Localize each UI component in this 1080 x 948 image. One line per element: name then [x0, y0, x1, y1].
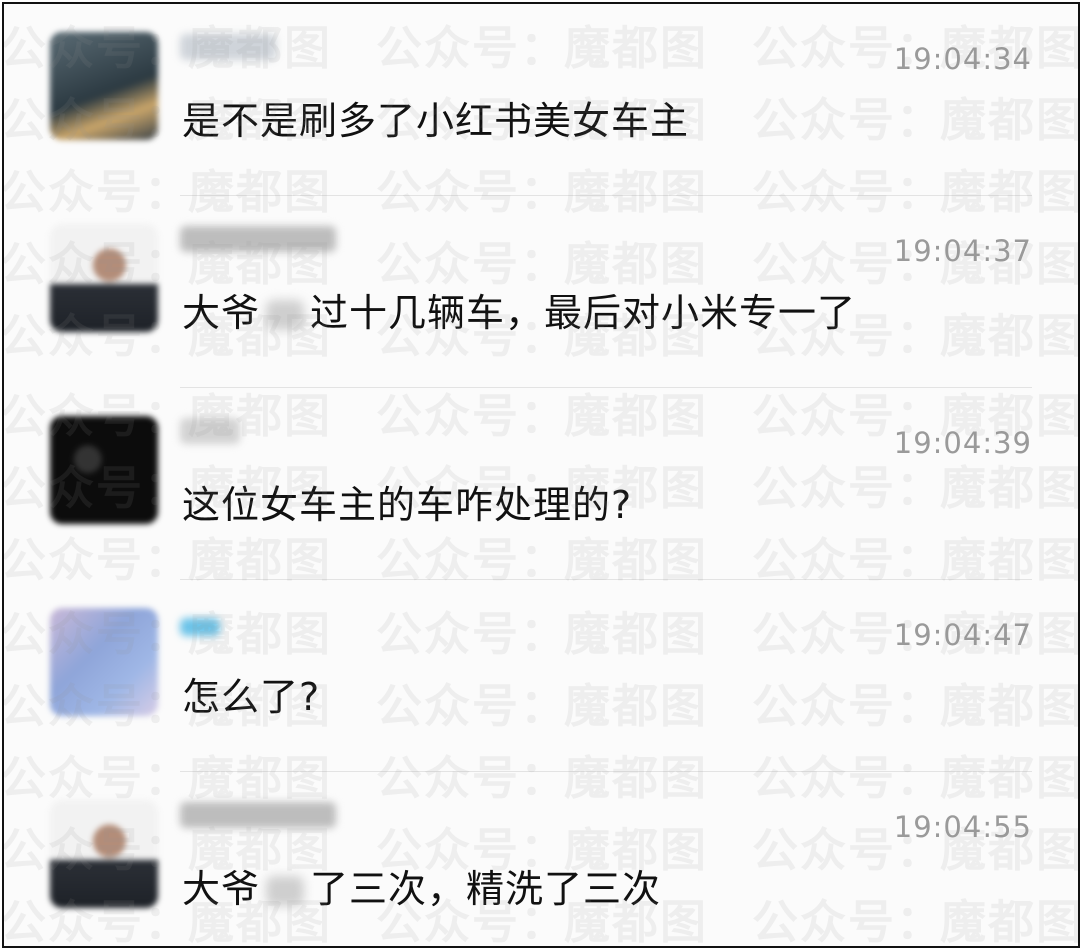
avatar[interactable]: [50, 224, 158, 332]
message-time: 19:04:47: [893, 618, 1032, 652]
chat-message: 19:04:34 是不是刷多了小红书美女车主: [4, 4, 1078, 196]
sender-name-blurred: [180, 34, 276, 60]
message-text-part: 大爷: [182, 291, 261, 335]
chat-message: 19:04:55 大爷 了三次，精洗了三次: [4, 772, 1078, 946]
avatar[interactable]: [50, 32, 158, 140]
message-text: 怎么了?: [182, 675, 321, 719]
message-text: 大爷 了三次，精洗了三次: [182, 858, 661, 913]
message-text: 大爷 过十几辆车，最后对小米专一了: [182, 282, 856, 337]
sender-name-blurred: [180, 618, 220, 636]
sender-name-blurred: [180, 226, 336, 252]
message-time: 19:04:37: [893, 234, 1032, 268]
message-time: 19:04:55: [893, 810, 1032, 844]
sender-name-blurred: [180, 802, 336, 828]
sender-name-blurred: [180, 418, 240, 444]
message-text: 这位女车主的车咋处理的?: [182, 483, 633, 527]
avatar[interactable]: [50, 608, 158, 716]
chat-message: 19:04:39 这位女车主的车咋处理的?: [4, 388, 1078, 580]
avatar[interactable]: [50, 800, 158, 908]
chat-screenshot: 19:04:34 是不是刷多了小红书美女车主 19:04:37 大爷 过十几辆车，…: [2, 2, 1080, 948]
message-text-part: 过十几辆车，最后对小米专一了: [310, 291, 857, 335]
censored-word: [266, 300, 305, 330]
message-text: 是不是刷多了小红书美女车主: [182, 99, 690, 143]
censored-word: [266, 876, 305, 906]
avatar[interactable]: [50, 416, 158, 524]
message-text-part: 了三次，精洗了三次: [310, 867, 662, 911]
chat-message: 19:04:37 大爷 过十几辆车，最后对小米专一了: [4, 196, 1078, 388]
message-text-part: 大爷: [182, 867, 261, 911]
chat-message: 19:04:47 怎么了?: [4, 580, 1078, 772]
message-time: 19:04:39: [893, 426, 1032, 460]
message-time: 19:04:34: [893, 42, 1032, 76]
